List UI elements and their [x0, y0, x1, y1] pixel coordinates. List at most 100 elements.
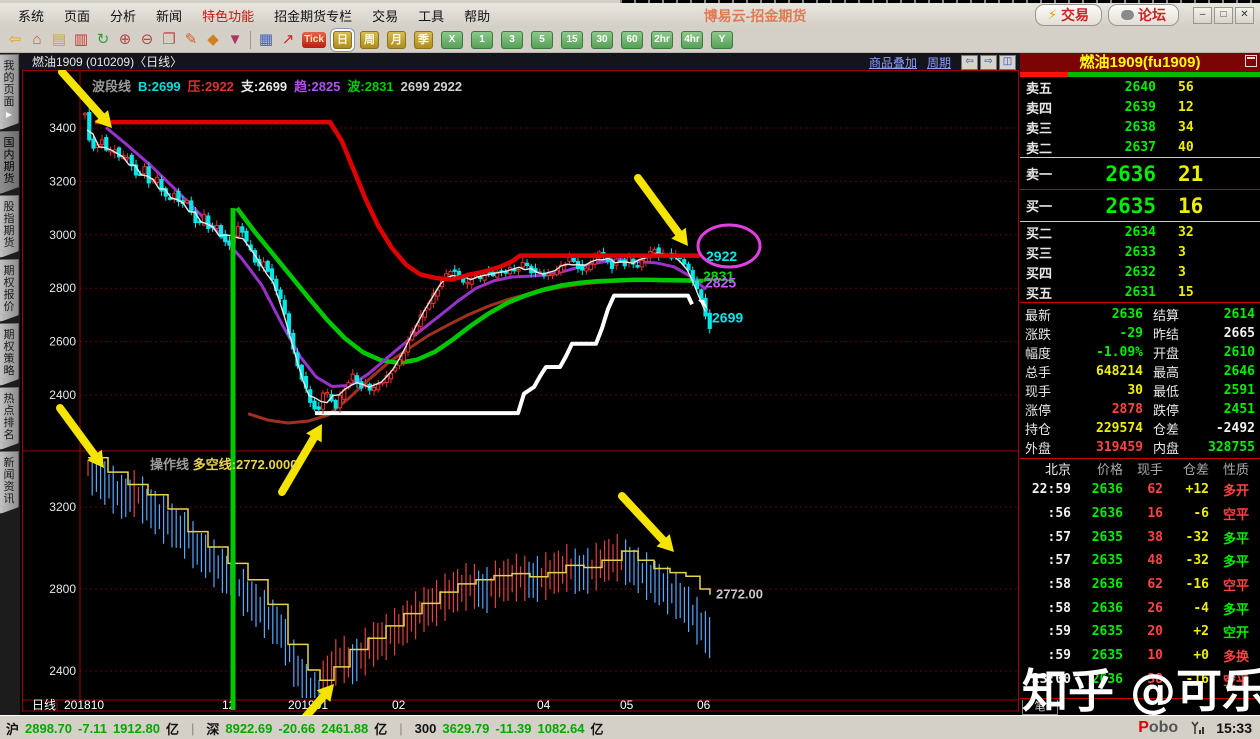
- menu-item-1[interactable]: 页面: [54, 4, 100, 27]
- overlay-link[interactable]: 商品叠加: [869, 54, 917, 71]
- period-button-1[interactable]: 1: [471, 31, 493, 49]
- close-button[interactable]: ✕: [1235, 7, 1254, 24]
- menu-item-5[interactable]: 招金期货专栏: [264, 4, 362, 27]
- menu-item-3[interactable]: 新闻: [146, 4, 192, 27]
- trade-button[interactable]: ⚡ 交易: [1035, 4, 1102, 26]
- sidebar-tab-index-futures[interactable]: 股指期货: [0, 195, 19, 258]
- stat-value: -2492: [1197, 421, 1255, 436]
- stat-row-7: 外盘319459内盘328755: [1020, 438, 1260, 457]
- zoom-in-icon[interactable]: ⊕: [114, 30, 136, 50]
- split-window-icon[interactable]: ◫: [999, 55, 1016, 70]
- sidebar-tab-options-strategy[interactable]: 期权策略: [0, 323, 19, 386]
- refresh-icon[interactable]: ↻: [92, 30, 114, 50]
- trade-button-label: 交易: [1061, 5, 1089, 25]
- forum-button[interactable]: 论坛: [1108, 4, 1179, 26]
- report-icon[interactable]: ▥: [70, 30, 92, 50]
- statusbar-right: Pobo 15:33: [1138, 716, 1252, 739]
- sidebar-tab-domestic-futures[interactable]: 国内期货: [0, 131, 19, 194]
- filter-icon[interactable]: ▼: [224, 30, 246, 50]
- tick-row-6: :59263520+2空开: [1020, 620, 1260, 644]
- menu-item-0[interactable]: 系统: [8, 4, 54, 27]
- stat-value: -29: [1067, 326, 1143, 341]
- prev-contract-icon[interactable]: ⇦: [961, 55, 978, 70]
- period-button-60[interactable]: 60: [621, 31, 643, 49]
- sidebar-tab-news[interactable]: 新闻资讯: [0, 451, 19, 514]
- tick-list: 北京价格现手仓差性质22:59263662+12多开:56263616-6空平:…: [1020, 459, 1260, 691]
- trend-chart-icon[interactable]: ↗: [277, 30, 299, 50]
- period-button-month[interactable]: 月: [387, 31, 406, 49]
- bid-row-4: 买四26323: [1020, 262, 1260, 282]
- stat-label: 最新: [1025, 305, 1067, 324]
- stat-label: 总手: [1025, 362, 1067, 381]
- sidebar-tab-my-page[interactable]: 我的页面▶: [0, 54, 19, 130]
- index-change: -20.66: [278, 721, 315, 736]
- menu-item-6[interactable]: 交易: [362, 4, 408, 27]
- app-window: 系统页面分析新闻特色功能招金期货专栏交易工具帮助 博易云-招金期货 ⚡ 交易 论…: [0, 0, 1260, 739]
- tick-volume: 62: [1123, 577, 1163, 592]
- index-amount: 1082.64: [538, 721, 585, 736]
- tab-tick-detail[interactable]: 笔: [1022, 700, 1058, 715]
- tick-nature: 多平: [1209, 599, 1249, 618]
- maximize-button[interactable]: □: [1214, 7, 1233, 24]
- y-axis-label: 3400: [49, 121, 76, 135]
- alarm-icon[interactable]: ◆: [202, 30, 224, 50]
- period-button-quarter[interactable]: 季: [414, 31, 433, 49]
- bid-row-2-price: 2634: [1078, 225, 1156, 240]
- tick-volume: 16: [1123, 506, 1163, 521]
- tick-nature: 空平: [1209, 575, 1249, 594]
- period-button-5[interactable]: 5: [531, 31, 553, 49]
- main-area: 我的页面▶国内期货股指期货期权报价期权策略热点排名新闻资讯 燃油1909 (01…: [0, 53, 1260, 715]
- tick-price: 2636: [1071, 577, 1123, 592]
- menu-item-2[interactable]: 分析: [100, 4, 146, 27]
- stat-label: 现手: [1025, 381, 1067, 400]
- menubar-right: ⚡ 交易 论坛 – □ ✕: [1035, 4, 1254, 26]
- period-button-tick[interactable]: Tick: [302, 32, 326, 48]
- period-button-30[interactable]: 30: [591, 31, 613, 49]
- y-axis-label: 2400: [49, 388, 76, 402]
- quote-table-icon[interactable]: ▦: [255, 30, 277, 50]
- period-button-x[interactable]: X: [441, 31, 463, 49]
- period-link[interactable]: 周期: [927, 54, 951, 71]
- sidebar-tab-hot-ranking[interactable]: 热点排名: [0, 387, 19, 450]
- sidebar-tab-options-quotes[interactable]: 期权报价: [0, 259, 19, 322]
- buy-sell-force-bar: [1020, 72, 1260, 77]
- tick-oi-change: -16: [1163, 672, 1209, 687]
- period-button-15[interactable]: 15: [561, 31, 583, 49]
- zoom-out-icon[interactable]: ⊖: [136, 30, 158, 50]
- index-quotes: 沪2898.70-7.111912.80亿|深8922.69-20.662461…: [0, 719, 604, 738]
- restore-panel-icon[interactable]: [1245, 55, 1257, 67]
- tick-price: 2636: [1071, 601, 1123, 616]
- bid-row-3-price: 2633: [1078, 245, 1156, 260]
- chart-canvas[interactable]: 340032003000280026002400320028002400日线20…: [20, 70, 1020, 715]
- draw-icon[interactable]: ✎: [180, 30, 202, 50]
- menu-item-8[interactable]: 帮助: [454, 4, 500, 27]
- period-button-3[interactable]: 3: [501, 31, 523, 49]
- stat-label: 持仓: [1025, 419, 1067, 438]
- period-button-2hr[interactable]: 2hr: [651, 31, 673, 49]
- separator: |: [393, 721, 408, 736]
- menu-item-4[interactable]: 特色功能: [192, 4, 264, 27]
- index-change: -11.39: [495, 721, 531, 736]
- x-axis-period: 日线: [32, 698, 56, 712]
- overlay-icon[interactable]: ❐: [158, 30, 180, 50]
- stat-value: 2636: [1067, 307, 1143, 322]
- chart-pane[interactable]: 燃油1909 (010209)〈日线〉 商品叠加 周期 ⇦ ⇨ ◫ 340032…: [20, 53, 1020, 715]
- period-button-4hr[interactable]: 4hr: [681, 31, 703, 49]
- tick-price: 2635: [1071, 624, 1123, 639]
- period-button-y[interactable]: Y: [711, 31, 733, 49]
- stat-row-4: 现手30最低2591: [1020, 381, 1260, 400]
- stat-label: 幅度: [1025, 343, 1067, 362]
- quote-panel: 燃油1909(fu1909) 卖五264056卖四263912卖三263834卖…: [1020, 53, 1260, 715]
- back-icon[interactable]: ⇦: [4, 30, 26, 50]
- period-button-day[interactable]: 日: [333, 31, 352, 49]
- period-button-week[interactable]: 周: [360, 31, 379, 49]
- clock: 15:33: [1216, 720, 1252, 736]
- minimize-button[interactable]: –: [1193, 7, 1212, 24]
- notes-icon[interactable]: ▤: [48, 30, 70, 50]
- tick-nature: 空平: [1209, 670, 1249, 689]
- menu-item-7[interactable]: 工具: [408, 4, 454, 27]
- next-contract-icon[interactable]: ⇨: [980, 55, 997, 70]
- bid-row-2-volume: 32: [1156, 225, 1248, 240]
- index-amount-unit: 亿: [166, 719, 179, 738]
- home-icon[interactable]: ⌂: [26, 30, 48, 50]
